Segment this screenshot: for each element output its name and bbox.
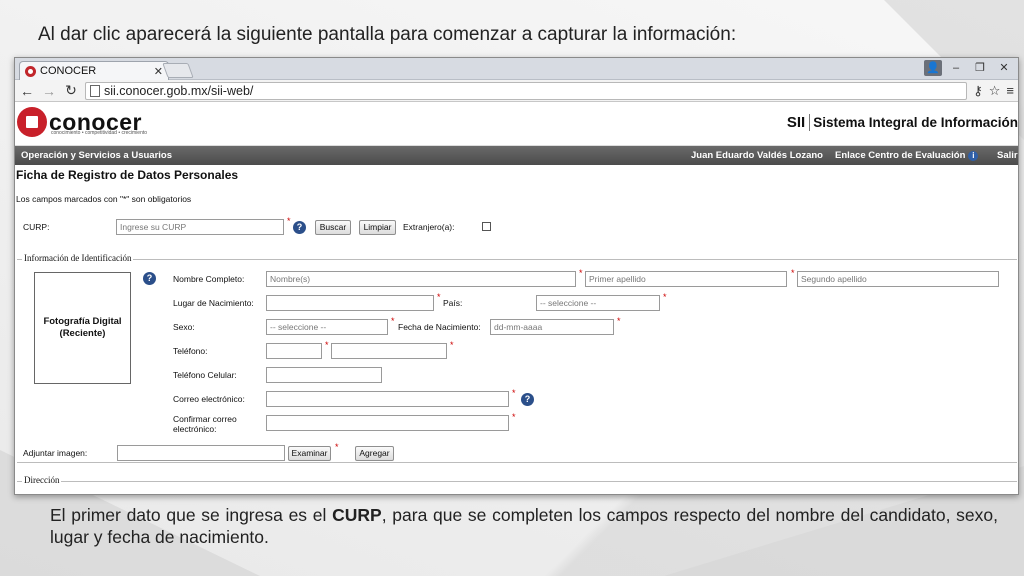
segundo-apellido-input[interactable]: Segundo apellido — [797, 271, 999, 287]
sii-brand-name: Sistema Integral de Información — [813, 115, 1018, 130]
help-icon[interactable]: ? — [293, 221, 306, 234]
new-tab-button[interactable] — [162, 63, 194, 78]
info-icon[interactable]: i — [968, 151, 979, 161]
required-mark: * — [512, 388, 516, 398]
site-nav-bar: Operación y Servicios a Usuarios Juan Ed… — [15, 146, 1018, 165]
slide-heading: Al dar clic aparecerá la siguiente panta… — [38, 24, 737, 45]
required-mark: * — [287, 216, 291, 226]
examinar-button[interactable]: Examinar — [288, 446, 331, 461]
sii-acronym: SII — [786, 114, 811, 131]
confirmar-correo-label-1: Confirmar correo — [173, 414, 237, 424]
extranjero-label: Extranjero(a): — [403, 222, 455, 232]
menu-icon[interactable]: ≡ — [1006, 83, 1014, 99]
agregar-button[interactable]: Agregar — [355, 446, 394, 461]
celular-label: Teléfono Celular: — [173, 370, 237, 380]
section-direccion-legend: Dirección — [22, 475, 62, 485]
slide-caption: El primer dato que se ingresa es el CURP… — [50, 504, 998, 548]
required-mark: * — [437, 292, 441, 302]
sexo-select[interactable]: -- seleccione -- — [266, 319, 388, 335]
minimize-icon[interactable]: – — [946, 60, 966, 76]
forward-arrow-icon[interactable]: → — [41, 83, 57, 99]
key-icon[interactable]: ⚷ — [973, 83, 983, 99]
nav-enlace-label: Enlace Centro de Evaluación — [835, 150, 966, 161]
fieldset-border — [17, 259, 1017, 260]
celular-input[interactable] — [266, 367, 382, 383]
tab-close-icon[interactable]: ✕ — [154, 65, 163, 78]
limpiar-button[interactable]: Limpiar — [359, 220, 396, 235]
conocer-logo-icon — [17, 107, 47, 137]
telefono-label: Teléfono: — [173, 346, 208, 356]
curp-input[interactable]: Ingrese su CURP — [116, 219, 284, 235]
required-mark: * — [335, 442, 339, 452]
nombre-label: Nombre Completo: — [173, 274, 245, 284]
required-mark: * — [579, 268, 583, 278]
nombre-input[interactable]: Nombre(s) — [266, 271, 576, 287]
required-mark: * — [450, 340, 454, 350]
extranjero-checkbox[interactable] — [482, 222, 491, 231]
required-mark: * — [663, 292, 667, 302]
reload-icon[interactable]: ↻ — [63, 82, 79, 99]
nav-enlace-centro[interactable]: Enlace Centro de Evaluación i — [835, 150, 979, 161]
close-icon[interactable]: ✕ — [994, 60, 1014, 76]
logo-tagline: conocimiento • competitividad • crecimie… — [51, 130, 148, 136]
browser-window: CONOCER ✕ 👤 – ❐ ✕ ← → ↻ sii.conocer.gob.… — [14, 57, 1019, 495]
browser-toolbar: ← → ↻ sii.conocer.gob.mx/sii-web/ ⚷ ☆ ≡ — [15, 80, 1018, 102]
required-mark: * — [512, 412, 516, 422]
required-mark: * — [791, 268, 795, 278]
lugar-nacimiento-label: Lugar de Nacimiento: — [173, 298, 254, 308]
pais-label: País: — [443, 298, 463, 308]
correo-label: Correo electrónico: — [173, 394, 245, 404]
page-icon — [90, 84, 100, 97]
required-mark: * — [325, 340, 329, 350]
adjuntar-imagen-label: Adjuntar imagen: — [23, 448, 88, 458]
conocer-favicon-icon — [25, 65, 36, 77]
caption-text-1: El primer dato que se ingresa es el — [50, 505, 333, 525]
lugar-nacimiento-input[interactable] — [266, 295, 434, 311]
curp-label: CURP: — [23, 222, 50, 232]
confirmar-correo-input[interactable] — [266, 415, 509, 431]
fecha-nacimiento-label: Fecha de Nacimiento: — [398, 322, 481, 332]
fieldset-border — [17, 462, 1017, 463]
nav-menu-operacion[interactable]: Operación y Servicios a Usuarios — [21, 150, 172, 161]
sexo-label: Sexo: — [173, 322, 195, 332]
help-icon[interactable]: ? — [521, 393, 534, 406]
star-icon[interactable]: ☆ — [989, 83, 1001, 99]
back-arrow-icon[interactable]: ← — [19, 83, 35, 99]
buscar-button[interactable]: Buscar — [315, 220, 351, 235]
telefono-lada-input[interactable] — [266, 343, 322, 359]
address-bar[interactable]: sii.conocer.gob.mx/sii-web/ — [85, 81, 968, 100]
required-note: Los campos marcados con "*" son obligato… — [16, 194, 192, 204]
nav-user-name: Juan Eduardo Valdés Lozano — [691, 150, 823, 161]
sii-brand: SII Sistema Integral de Información — [786, 114, 1018, 131]
correo-input[interactable] — [266, 391, 509, 407]
photo-placeholder: Fotografía Digital (Reciente) — [34, 272, 131, 384]
caption-curp-bold: CURP — [332, 505, 382, 525]
required-mark: * — [617, 316, 621, 326]
adjuntar-imagen-input[interactable] — [117, 445, 285, 461]
user-icon[interactable]: 👤 — [924, 60, 942, 76]
window-controls: 👤 – ❐ ✕ — [924, 60, 1014, 76]
tab-strip: CONOCER ✕ 👤 – ❐ ✕ — [15, 58, 1018, 80]
form-title: Ficha de Registro de Datos Personales — [16, 168, 239, 182]
url-text: sii.conocer.gob.mx/sii-web/ — [104, 83, 254, 98]
site-header: conocer conocimiento • competitividad • … — [15, 102, 1018, 146]
nav-salir-link[interactable]: Salir — [997, 150, 1018, 161]
browser-tab[interactable]: CONOCER ✕ — [19, 61, 169, 80]
tab-title: CONOCER — [40, 65, 97, 77]
fieldset-border — [17, 481, 1017, 482]
primer-apellido-input[interactable]: Primer apellido — [585, 271, 787, 287]
maximize-icon[interactable]: ❐ — [970, 60, 990, 76]
required-mark: * — [391, 316, 395, 326]
help-icon[interactable]: ? — [143, 272, 156, 285]
pais-select[interactable]: -- seleccione -- — [536, 295, 660, 311]
fecha-nacimiento-input[interactable]: dd-mm-aaaa — [490, 319, 614, 335]
confirmar-correo-label-2: electrónico: — [173, 424, 217, 434]
telefono-input[interactable] — [331, 343, 447, 359]
section-identificacion-legend: Información de Identificación — [22, 253, 134, 263]
